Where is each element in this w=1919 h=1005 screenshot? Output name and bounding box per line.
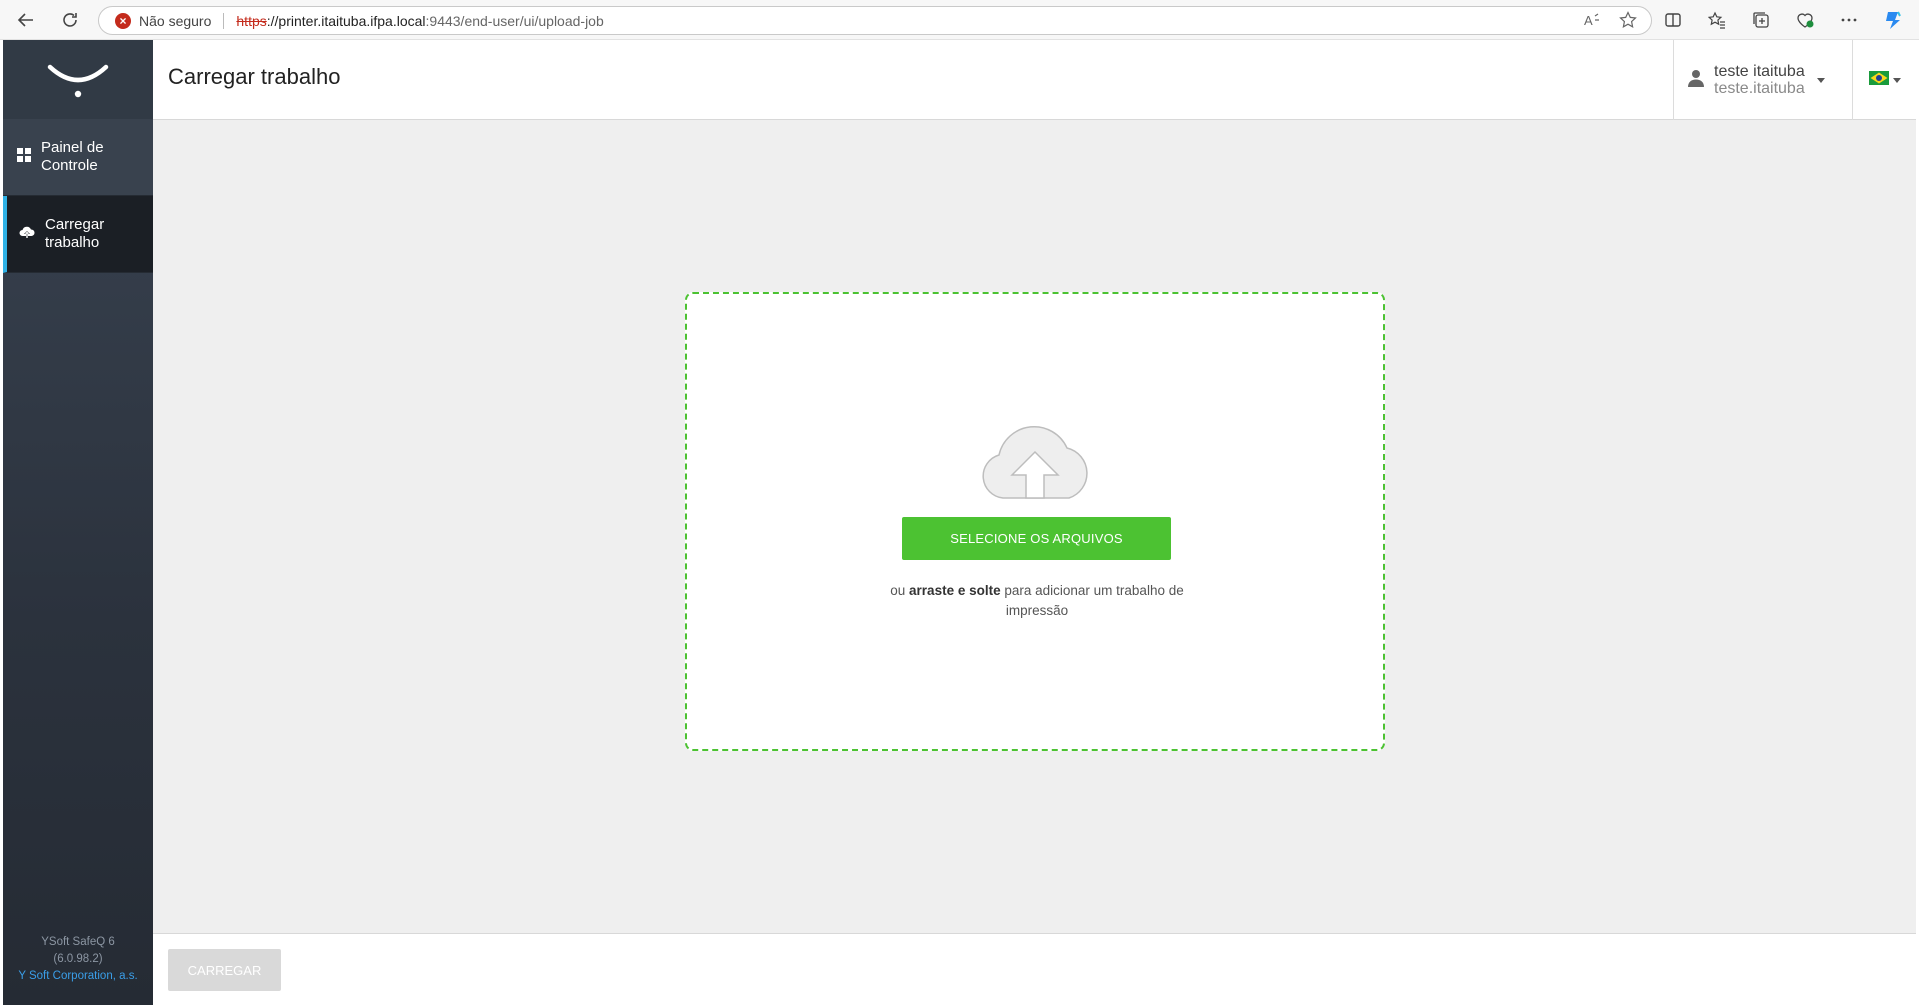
file-drop-zone[interactable]: SELECIONE OS ARQUIVOS ou arraste e solte… [685,292,1385,751]
drop-hint-bold: arraste e solte [909,583,1001,598]
cloud-upload-icon [19,225,35,244]
url-host: ://printer.itaituba.ifpa.local [266,12,426,29]
action-bar: CARREGAR [153,933,1916,1005]
favorite-star-icon[interactable] [1619,11,1637,34]
chevron-down-icon [1816,77,1825,83]
company-link[interactable]: Y Soft Corporation, a.s. [3,968,153,985]
sidebar-item-dashboard[interactable]: Painel de Controle [3,119,153,196]
drop-hint-prefix: ou [890,583,910,598]
split-screen-icon[interactable] [1661,8,1685,32]
not-secure-icon: × [115,12,131,29]
reload-icon[interactable] [58,8,82,32]
upload-button[interactable]: CARREGAR [168,949,281,991]
sidebar: Painel de Controle Carregar trabalho YSo… [3,40,153,1005]
chevron-down-icon [1892,77,1901,83]
sidebar-item-label: Painel de Controle [41,139,104,174]
svg-text:A: A [1584,13,1593,28]
user-display-name: teste itaituba [1714,63,1805,80]
product-name: YSoft SafeQ 6 [41,936,115,948]
main-content: SELECIONE OS ARQUIVOS ou arraste e solte… [153,120,1916,933]
safeq-app: Painel de Controle Carregar trabalho YSo… [3,40,1916,1005]
sidebar-footer: YSoft SafeQ 6 (6.0.98.2) Y Soft Corporat… [3,934,153,985]
drop-hint-text: ou arraste e solte para adicionar um tra… [867,581,1207,621]
sidebar-item-label: Carregar trabalho [45,216,105,251]
user-login: teste.itaituba [1714,80,1805,97]
product-version: (6.0.98.2) [53,953,103,965]
url-scheme: https [236,12,267,29]
browser-essentials-icon[interactable] [1793,8,1817,32]
security-label: Não seguro [139,12,212,29]
user-icon [1688,69,1704,92]
url-path: :9443/end-user/ui/upload-job [425,12,604,29]
back-icon[interactable] [14,8,38,32]
browser-toolbar: × Não seguro https://printer.itaituba.if… [0,0,1919,40]
user-menu[interactable]: teste itaituba teste.itaituba [1673,40,1853,120]
sidebar-item-upload-job[interactable]: Carregar trabalho [3,196,153,273]
favorites-icon[interactable] [1705,8,1729,32]
dashboard-grid-icon [17,147,31,167]
cloud-upload-icon [977,422,1093,507]
more-options-icon[interactable] [1837,8,1861,32]
url-divider [223,12,225,29]
copilot-icon[interactable] [1881,8,1905,32]
language-selector[interactable] [1853,40,1916,120]
drop-hint-suffix: para adicionar um trabalho de impressão [1000,583,1184,618]
ysoft-logo[interactable] [3,40,153,119]
select-files-button[interactable]: SELECIONE OS ARQUIVOS [902,517,1171,560]
page-header: Carregar trabalho teste itaituba teste.i… [153,40,1916,120]
ysoft-logo-icon [47,64,109,97]
page-title: Carregar trabalho [168,64,341,89]
read-aloud-icon[interactable]: A [1583,11,1601,34]
collections-icon[interactable] [1749,8,1773,32]
brazil-flag-icon [1868,70,1889,90]
address-bar[interactable]: × Não seguro https://printer.itaituba.if… [98,6,1652,35]
